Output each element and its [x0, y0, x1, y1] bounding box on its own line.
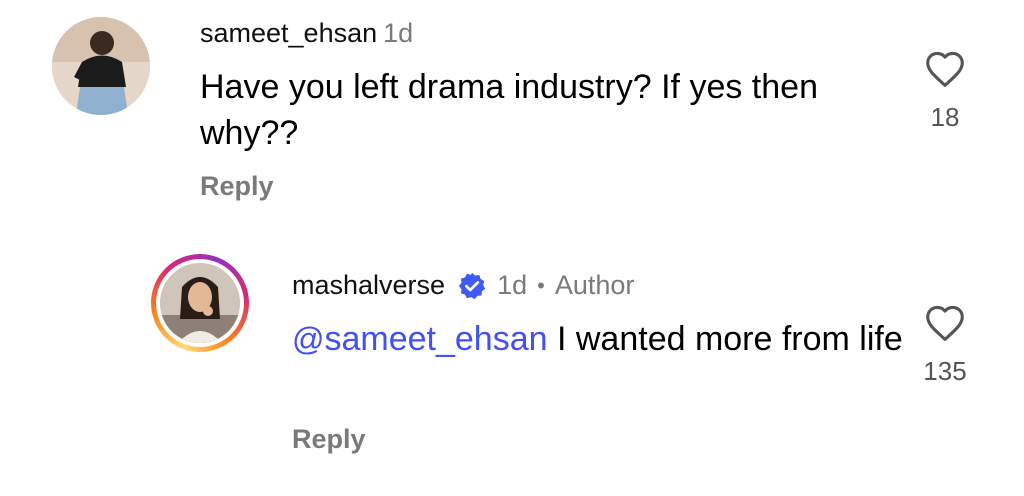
meta-separator: •: [537, 272, 545, 298]
author-label: Author: [554, 270, 635, 300]
comment-text: Have you left drama industry? If yes the…: [200, 68, 818, 152]
comment-username[interactable]: mashalverse 1d • Author: [292, 270, 634, 301]
threads-at-icon: @: [292, 321, 325, 357]
mention-username[interactable]: sameet_ehsan: [324, 320, 547, 358]
comments-thread: sameet_ehsan 1d Have you left drama indus…: [0, 0, 1024, 496]
like-count: 135: [923, 356, 967, 386]
verified-badge-icon: [458, 272, 486, 299]
avatar-photo-icon: [160, 263, 240, 343]
comment-item: sameet_ehsan 1d Have you left drama indus…: [0, 0, 1024, 230]
comment-time: 1d: [497, 270, 528, 300]
comment-body: I wanted more from life: [547, 320, 903, 358]
comment-username[interactable]: sameet_ehsan 1d: [200, 18, 413, 49]
like-control: 135: [915, 304, 975, 387]
avatar-photo-icon: [52, 17, 150, 115]
username-text[interactable]: mashalverse: [292, 270, 445, 301]
username-text[interactable]: sameet_ehsan: [200, 18, 377, 48]
reply-comment-item: mashalverse 1d • Author @sameet_ehsan I …: [0, 240, 1024, 496]
heart-icon[interactable]: [924, 50, 966, 88]
reply-button[interactable]: Reply: [292, 424, 366, 455]
comment-time: 1d: [383, 18, 414, 48]
reply-button[interactable]: Reply: [200, 171, 274, 202]
comment-text: @sameet_ehsan I wanted more from life: [292, 316, 932, 362]
author-avatar[interactable]: [160, 263, 240, 343]
story-ring[interactable]: [151, 254, 249, 352]
story-ring-gap: [156, 259, 244, 347]
mention-link[interactable]: @sameet_ehsan: [292, 320, 548, 358]
user-avatar[interactable]: [52, 17, 150, 115]
like-count: 18: [930, 102, 960, 132]
heart-icon[interactable]: [924, 304, 966, 342]
like-control: 18: [915, 50, 975, 133]
